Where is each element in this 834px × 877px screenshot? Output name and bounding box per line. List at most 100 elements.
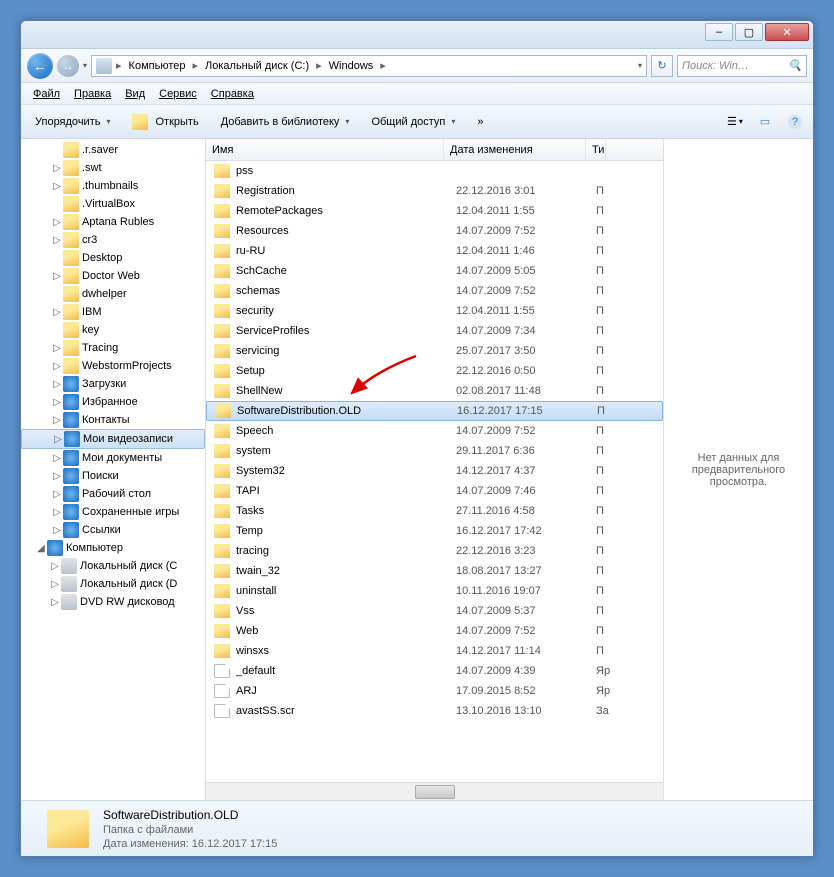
tree-item[interactable]: .VirtualBox: [21, 195, 205, 213]
breadcrumb[interactable]: ▸ Компьютер ▸ Локальный диск (C:) ▸ Wind…: [91, 55, 647, 77]
tree-item[interactable]: ▷Мои видеозаписи: [21, 429, 205, 449]
close-button[interactable]: ✕: [765, 23, 809, 41]
expand-icon[interactable]: ▷: [51, 235, 63, 246]
menu-file[interactable]: Файл: [27, 86, 66, 102]
tree-item[interactable]: ▷Мои документы: [21, 449, 205, 467]
table-row[interactable]: schemas14.07.2009 7:52П: [206, 281, 663, 301]
expand-icon[interactable]: ▷: [49, 561, 61, 572]
tree-item[interactable]: ▷Загрузки: [21, 375, 205, 393]
table-row[interactable]: SoftwareDistribution.OLD16.12.2017 17:15…: [206, 401, 663, 421]
expand-icon[interactable]: ▷: [51, 217, 63, 228]
table-row[interactable]: pss: [206, 161, 663, 181]
crumb-drive[interactable]: Локальный диск (C:): [202, 59, 312, 73]
table-row[interactable]: Web14.07.2009 7:52П: [206, 621, 663, 641]
expand-icon[interactable]: ▷: [51, 307, 63, 318]
preview-pane-button[interactable]: ▭: [753, 111, 777, 133]
tree-item[interactable]: ◢Компьютер: [21, 539, 205, 557]
tree-item[interactable]: ▷Ссылки: [21, 521, 205, 539]
table-row[interactable]: ServiceProfiles14.07.2009 7:34П: [206, 321, 663, 341]
expand-icon[interactable]: ▷: [51, 361, 63, 372]
tree-item[interactable]: ▷Рабочий стол: [21, 485, 205, 503]
expand-icon[interactable]: ▷: [51, 379, 63, 390]
tree-item[interactable]: ▷Локальный диск (D: [21, 575, 205, 593]
expand-icon[interactable]: ▷: [51, 453, 63, 464]
maximize-button[interactable]: ▢: [735, 23, 763, 41]
table-row[interactable]: avastSS.scr13.10.2016 13:10За: [206, 701, 663, 721]
tree-item[interactable]: Desktop: [21, 249, 205, 267]
table-row[interactable]: Vss14.07.2009 5:37П: [206, 601, 663, 621]
search-input[interactable]: Поиск: Win… 🔍: [677, 55, 807, 77]
minimize-button[interactable]: –: [705, 23, 733, 41]
chevron-down-icon[interactable]: ▾: [638, 61, 642, 70]
tree-item[interactable]: ▷Избранное: [21, 393, 205, 411]
tree-item[interactable]: ▷IBM: [21, 303, 205, 321]
organize-button[interactable]: Упорядочить: [27, 113, 118, 131]
tree-item[interactable]: ▷WebstormProjects: [21, 357, 205, 375]
expand-icon[interactable]: ▷: [51, 525, 63, 536]
tree-item[interactable]: ▷Сохраненные игры: [21, 503, 205, 521]
expand-icon[interactable]: ▷: [51, 471, 63, 482]
table-row[interactable]: _default14.07.2009 4:39Яр: [206, 661, 663, 681]
table-row[interactable]: Tasks27.11.2016 4:58П: [206, 501, 663, 521]
table-row[interactable]: RemotePackages12.04.2011 1:55П: [206, 201, 663, 221]
table-row[interactable]: ShellNew02.08.2017 11:48П: [206, 381, 663, 401]
table-row[interactable]: twain_3218.08.2017 13:27П: [206, 561, 663, 581]
col-type[interactable]: Ти: [586, 139, 606, 160]
expand-icon[interactable]: ▷: [51, 181, 63, 192]
navigation-tree[interactable]: .r.saver▷.swt▷.thumbnails.VirtualBox▷Apt…: [21, 139, 206, 800]
view-mode-button[interactable]: ☰▾: [723, 111, 747, 133]
history-dropdown[interactable]: ▾: [83, 61, 87, 70]
menu-edit[interactable]: Правка: [68, 86, 117, 102]
table-row[interactable]: Temp16.12.2017 17:42П: [206, 521, 663, 541]
expand-icon[interactable]: ▷: [49, 579, 61, 590]
expand-icon[interactable]: ▷: [51, 489, 63, 500]
tree-item[interactable]: ▷Локальный диск (C: [21, 557, 205, 575]
back-button[interactable]: ←: [27, 53, 53, 79]
more-button[interactable]: »: [469, 113, 491, 131]
expand-icon[interactable]: ▷: [52, 434, 64, 445]
menu-view[interactable]: Вид: [119, 86, 151, 102]
expand-icon[interactable]: ◢: [35, 543, 47, 554]
table-row[interactable]: Setup22.12.2016 0:50П: [206, 361, 663, 381]
forward-button[interactable]: →: [57, 55, 79, 77]
add-library-button[interactable]: Добавить в библиотеку: [213, 113, 358, 131]
tree-item[interactable]: dwhelper: [21, 285, 205, 303]
tree-item[interactable]: ▷.swt: [21, 159, 205, 177]
menu-help[interactable]: Справка: [205, 86, 260, 102]
table-row[interactable]: security12.04.2011 1:55П: [206, 301, 663, 321]
tree-item[interactable]: .r.saver: [21, 141, 205, 159]
table-row[interactable]: tracing22.12.2016 3:23П: [206, 541, 663, 561]
expand-icon[interactable]: ▷: [51, 415, 63, 426]
expand-icon[interactable]: ▷: [49, 597, 61, 608]
open-button[interactable]: Открыть: [124, 111, 206, 133]
table-row[interactable]: winsxs14.12.2017 11:14П: [206, 641, 663, 661]
crumb-folder[interactable]: Windows: [326, 59, 377, 73]
expand-icon[interactable]: ▷: [51, 507, 63, 518]
table-row[interactable]: Resources14.07.2009 7:52П: [206, 221, 663, 241]
col-date[interactable]: Дата изменения: [444, 139, 586, 160]
expand-icon[interactable]: ▷: [51, 397, 63, 408]
expand-icon[interactable]: ▷: [51, 343, 63, 354]
tree-item[interactable]: ▷Tracing: [21, 339, 205, 357]
refresh-button[interactable]: ↻: [651, 55, 673, 77]
tree-item[interactable]: ▷Doctor Web: [21, 267, 205, 285]
table-row[interactable]: ARJ17.09.2015 8:52Яр: [206, 681, 663, 701]
col-name[interactable]: Имя: [206, 139, 444, 160]
table-row[interactable]: servicing25.07.2017 3:50П: [206, 341, 663, 361]
expand-icon[interactable]: ▷: [51, 163, 63, 174]
table-row[interactable]: TAPI14.07.2009 7:46П: [206, 481, 663, 501]
tree-item[interactable]: key: [21, 321, 205, 339]
table-row[interactable]: System3214.12.2017 4:37П: [206, 461, 663, 481]
table-row[interactable]: SchCache14.07.2009 5:05П: [206, 261, 663, 281]
table-row[interactable]: uninstall10.11.2016 19:07П: [206, 581, 663, 601]
tree-item[interactable]: ▷Контакты: [21, 411, 205, 429]
scroll-thumb[interactable]: [415, 785, 455, 799]
table-row[interactable]: Speech14.07.2009 7:52П: [206, 421, 663, 441]
table-row[interactable]: Registration22.12.2016 3:01П: [206, 181, 663, 201]
crumb-computer[interactable]: Компьютер: [126, 59, 189, 73]
table-row[interactable]: system29.11.2017 6:36П: [206, 441, 663, 461]
menu-tools[interactable]: Сервис: [153, 86, 203, 102]
help-button[interactable]: ?: [783, 111, 807, 133]
tree-item[interactable]: ▷Aptana Rubles: [21, 213, 205, 231]
tree-item[interactable]: ▷.thumbnails: [21, 177, 205, 195]
